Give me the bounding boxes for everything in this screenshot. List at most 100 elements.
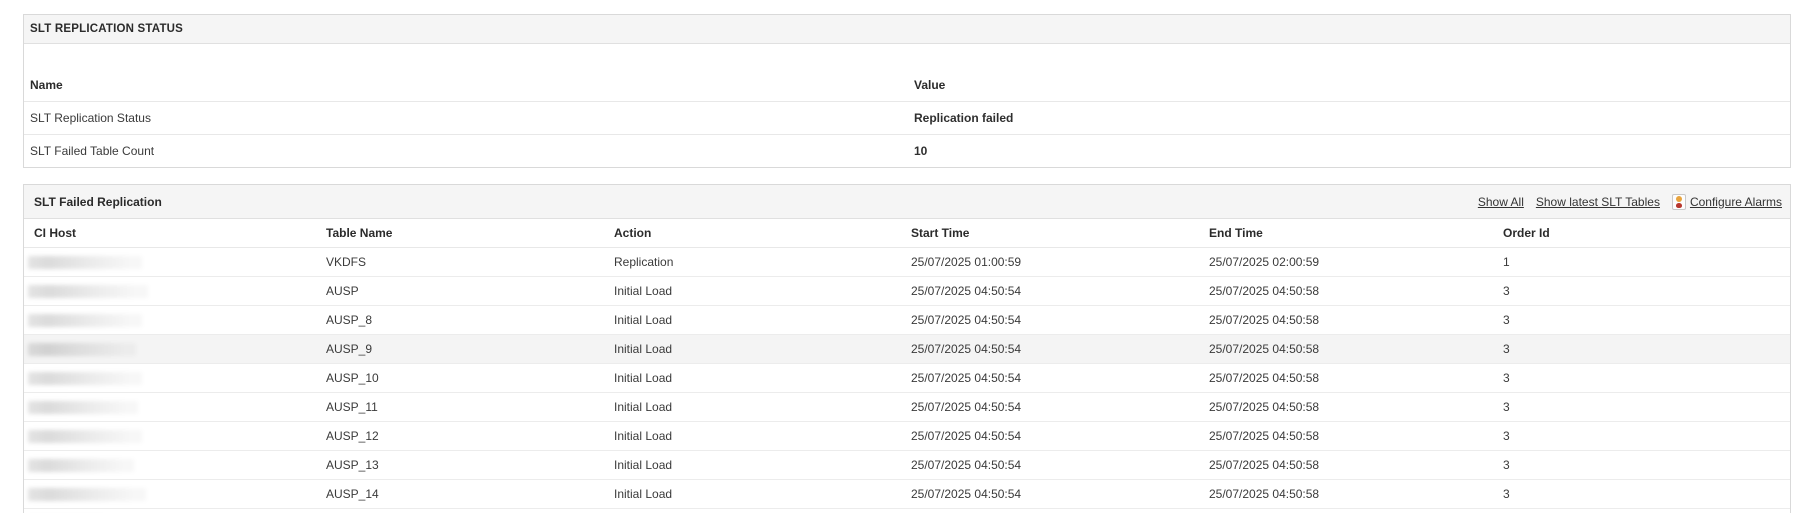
order-id-cell: 3 bbox=[1503, 284, 1510, 298]
table-name-cell: AUSP bbox=[326, 284, 359, 298]
table-name-cell: VKDFS bbox=[326, 255, 367, 269]
order-id-cell: 3 bbox=[1503, 342, 1510, 356]
slt-replication-status-panel: SLT REPLICATION STATUS Name Value SLT Re… bbox=[23, 14, 1791, 168]
table-row: AUSP Initial Load 25/07/2025 04:50:54 25/07… bbox=[24, 277, 1790, 306]
table-row: AUSP_10 Initial Load 25/07/2025 04:50:54 25… bbox=[24, 364, 1790, 393]
ci-host-cell bbox=[24, 335, 316, 364]
show-latest-slt-tables-link[interactable]: Show latest SLT Tables bbox=[1536, 195, 1660, 209]
status-name-cell: SLT Replication Status bbox=[30, 111, 151, 125]
start-time-cell: 25/07/2025 04:50:54 bbox=[911, 458, 1022, 472]
end-time-cell: 25/07/2025 04:50:58 bbox=[1209, 313, 1320, 327]
slt-replication-status-header: SLT REPLICATION STATUS bbox=[24, 15, 1790, 44]
table-name-cell: AUSP_13 bbox=[326, 458, 379, 472]
table-row: SLT Failed Table Count 10 bbox=[24, 134, 1790, 168]
failed-replication-tbody: VKDFS Replication 25/07/2025 01:00:59 25/07… bbox=[24, 248, 1790, 513]
redacted-ci-host bbox=[28, 401, 138, 415]
count-value-cell: 10 bbox=[914, 144, 928, 158]
action-cell: Initial Load bbox=[614, 284, 673, 298]
start-time-column-header: Start Time bbox=[911, 226, 970, 240]
value-column-header: Value bbox=[914, 78, 946, 92]
end-time-column-header: End Time bbox=[1209, 226, 1263, 240]
end-time-cell: 25/07/2025 04:50:58 bbox=[1199, 509, 1493, 513]
action-cell: Replication bbox=[614, 255, 674, 269]
table-row: AUSP_8 Initial Load 25/07/2025 04:50:54 25/… bbox=[24, 306, 1790, 335]
redacted-ci-host bbox=[28, 430, 142, 444]
start-time-cell: 25/07/2025 04:50:54 bbox=[911, 429, 1022, 443]
ci-host-cell bbox=[24, 509, 316, 513]
table-name-cell: AUSP_15 bbox=[316, 509, 604, 513]
action-cell: Initial Load bbox=[614, 429, 673, 443]
status-value-cell: Replication failed bbox=[914, 111, 1014, 125]
failed-replication-table: CI Host Table Name Action Start Time End… bbox=[24, 219, 1790, 513]
table-row: AUSP_12 Initial Load 25/07/2025 04:50:54 25… bbox=[24, 422, 1790, 451]
slt-failed-replication-panel: SLT Failed Replication Show All Show lat… bbox=[23, 184, 1791, 513]
end-time-cell: 25/07/2025 04:50:58 bbox=[1209, 429, 1320, 443]
redacted-ci-host bbox=[28, 256, 142, 270]
table-name-cell: AUSP_8 bbox=[326, 313, 373, 327]
table-row: AUSP_15Initial Load25/07/2025 04:50:5425… bbox=[24, 509, 1790, 513]
action-cell: Initial Load bbox=[614, 313, 673, 327]
action-cell: Initial Load bbox=[614, 400, 673, 414]
table-row: SLT Replication Status Replication faile… bbox=[24, 101, 1790, 135]
redacted-ci-host bbox=[28, 314, 142, 328]
panel-title: SLT REPLICATION STATUS bbox=[30, 23, 184, 35]
ci-host-cell bbox=[24, 480, 316, 509]
start-time-cell: 25/07/2025 04:50:54 bbox=[911, 313, 1022, 327]
slt-failed-replication-header: SLT Failed Replication Show All Show lat… bbox=[24, 185, 1790, 219]
order-id-cell: 3 bbox=[1493, 509, 1790, 513]
start-time-cell: 25/07/2025 04:50:54 bbox=[911, 487, 1022, 501]
ci-host-cell bbox=[24, 393, 316, 422]
name-column-header: Name bbox=[30, 78, 63, 92]
configure-alarms-group: Configure Alarms bbox=[1671, 193, 1782, 210]
action-cell: Initial Load bbox=[604, 509, 901, 513]
start-time-cell: 25/07/2025 04:50:54 bbox=[911, 400, 1022, 414]
order-id-cell: 3 bbox=[1503, 400, 1510, 414]
order-id-cell: 3 bbox=[1503, 429, 1510, 443]
table-row: AUSP_11 Initial Load 25/07/2025 04:50:54 25… bbox=[24, 393, 1790, 422]
action-cell: Initial Load bbox=[614, 487, 673, 501]
redacted-ci-host bbox=[28, 459, 134, 473]
table-name-cell: AUSP_12 bbox=[326, 429, 379, 443]
redacted-ci-host bbox=[28, 343, 136, 357]
redacted-ci-host bbox=[28, 372, 142, 386]
action-cell: Initial Load bbox=[614, 458, 673, 472]
start-time-cell: 25/07/2025 04:50:54 bbox=[911, 371, 1022, 385]
table-row: AUSP_9 Initial Load 25/07/2025 04:50:54 25/… bbox=[24, 334, 1790, 364]
order-id-cell: 3 bbox=[1503, 371, 1510, 385]
end-time-cell: 25/07/2025 04:50:58 bbox=[1209, 487, 1320, 501]
show-all-link[interactable]: Show All bbox=[1478, 195, 1524, 209]
configure-alarms-link[interactable]: Configure Alarms bbox=[1690, 195, 1782, 209]
start-time-cell: 25/07/2025 04:50:54 bbox=[911, 284, 1022, 298]
order-id-cell: 3 bbox=[1503, 313, 1510, 327]
table-name-cell: AUSP_14 bbox=[326, 487, 379, 501]
ci-host-cell bbox=[24, 451, 316, 480]
table-name-cell: AUSP_9 bbox=[326, 342, 373, 356]
action-column-header: Action bbox=[614, 226, 652, 240]
ci-host-cell bbox=[24, 248, 316, 277]
table-header-row: CI Host Table Name Action Start Time End… bbox=[24, 219, 1790, 248]
end-time-cell: 25/07/2025 04:50:58 bbox=[1209, 371, 1320, 385]
header-links: Show All Show latest SLT Tables Configur… bbox=[1478, 193, 1782, 210]
dashboard: SLT REPLICATION STATUS Name Value SLT Re… bbox=[23, 14, 1792, 513]
redacted-ci-host bbox=[28, 488, 146, 502]
ci-host-column-header: CI Host bbox=[34, 226, 76, 240]
end-time-cell: 25/07/2025 04:50:58 bbox=[1209, 400, 1320, 414]
end-time-cell: 25/07/2025 04:50:58 bbox=[1209, 284, 1320, 298]
redacted-ci-host bbox=[28, 285, 148, 299]
end-time-cell: 25/07/2025 04:50:58 bbox=[1209, 342, 1320, 356]
start-time-cell: 25/07/2025 04:50:54 bbox=[901, 509, 1199, 513]
table-name-cell: AUSP_11 bbox=[326, 400, 378, 414]
table-header-row: Name Value bbox=[24, 44, 1790, 102]
end-time-cell: 25/07/2025 04:50:58 bbox=[1209, 458, 1320, 472]
ci-host-cell bbox=[24, 306, 316, 335]
action-cell: Initial Load bbox=[614, 342, 673, 356]
table-row: AUSP_13 Initial Load 25/07/2025 04:50:54 25… bbox=[24, 451, 1790, 480]
alarm-icon bbox=[1671, 193, 1686, 210]
start-time-cell: 25/07/2025 01:00:59 bbox=[911, 255, 1022, 269]
order-id-column-header: Order Id bbox=[1503, 226, 1550, 240]
end-time-cell: 25/07/2025 02:00:59 bbox=[1209, 255, 1320, 269]
table-row: VKDFS Replication 25/07/2025 01:00:59 25/07… bbox=[24, 248, 1790, 277]
table-name-column-header: Table Name bbox=[326, 226, 393, 240]
replication-status-table: Name Value SLT Replication Status Replic… bbox=[24, 44, 1790, 167]
action-cell: Initial Load bbox=[614, 371, 673, 385]
